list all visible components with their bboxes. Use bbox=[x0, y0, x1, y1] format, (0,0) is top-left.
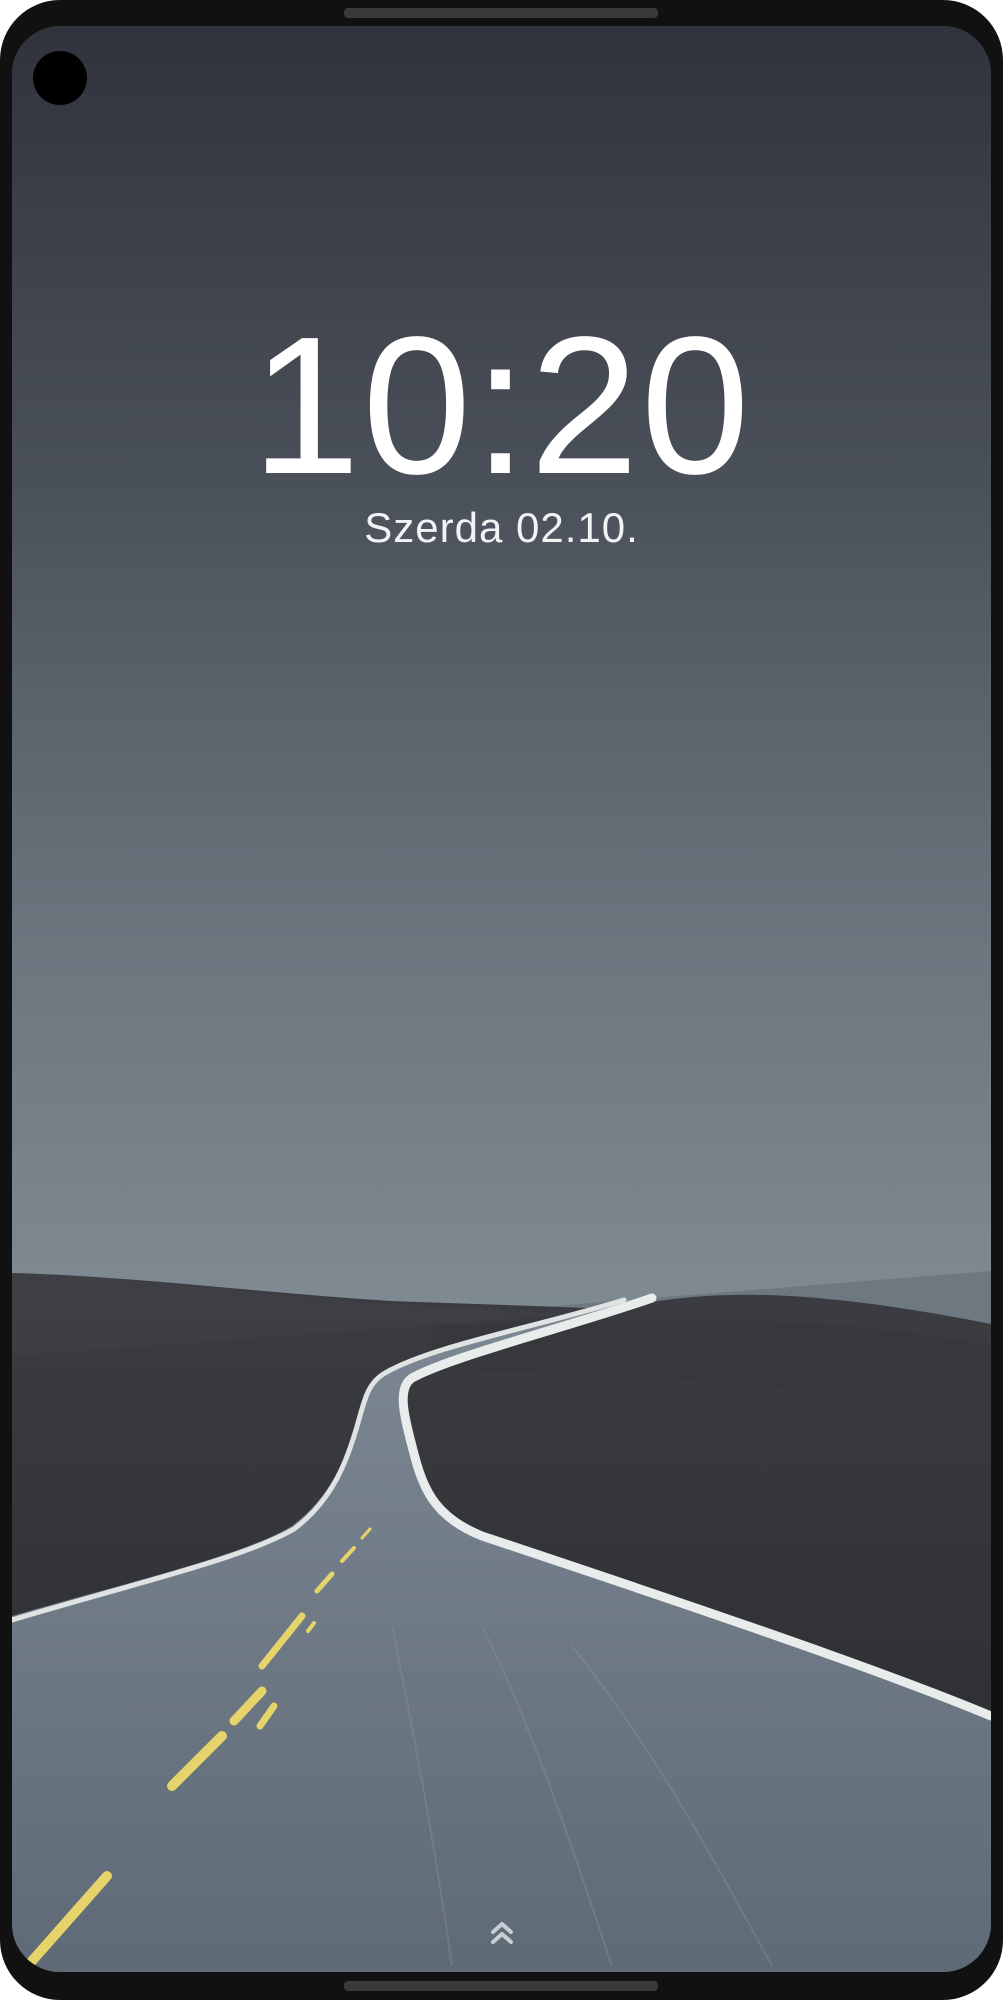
front-camera-hole bbox=[33, 51, 87, 105]
phone-frame: 10:20 Szerda 02.10. bbox=[0, 0, 1003, 2000]
double-chevron-up-icon[interactable] bbox=[482, 1914, 522, 1950]
lock-screen[interactable]: 10:20 Szerda 02.10. bbox=[12, 26, 991, 1972]
speaker-grille-bottom bbox=[344, 1981, 658, 1991]
speaker-grille-top bbox=[344, 8, 658, 18]
lockscreen-date: Szerda 02.10. bbox=[364, 504, 639, 551]
lockscreen-clock: 10:20 bbox=[251, 296, 752, 515]
